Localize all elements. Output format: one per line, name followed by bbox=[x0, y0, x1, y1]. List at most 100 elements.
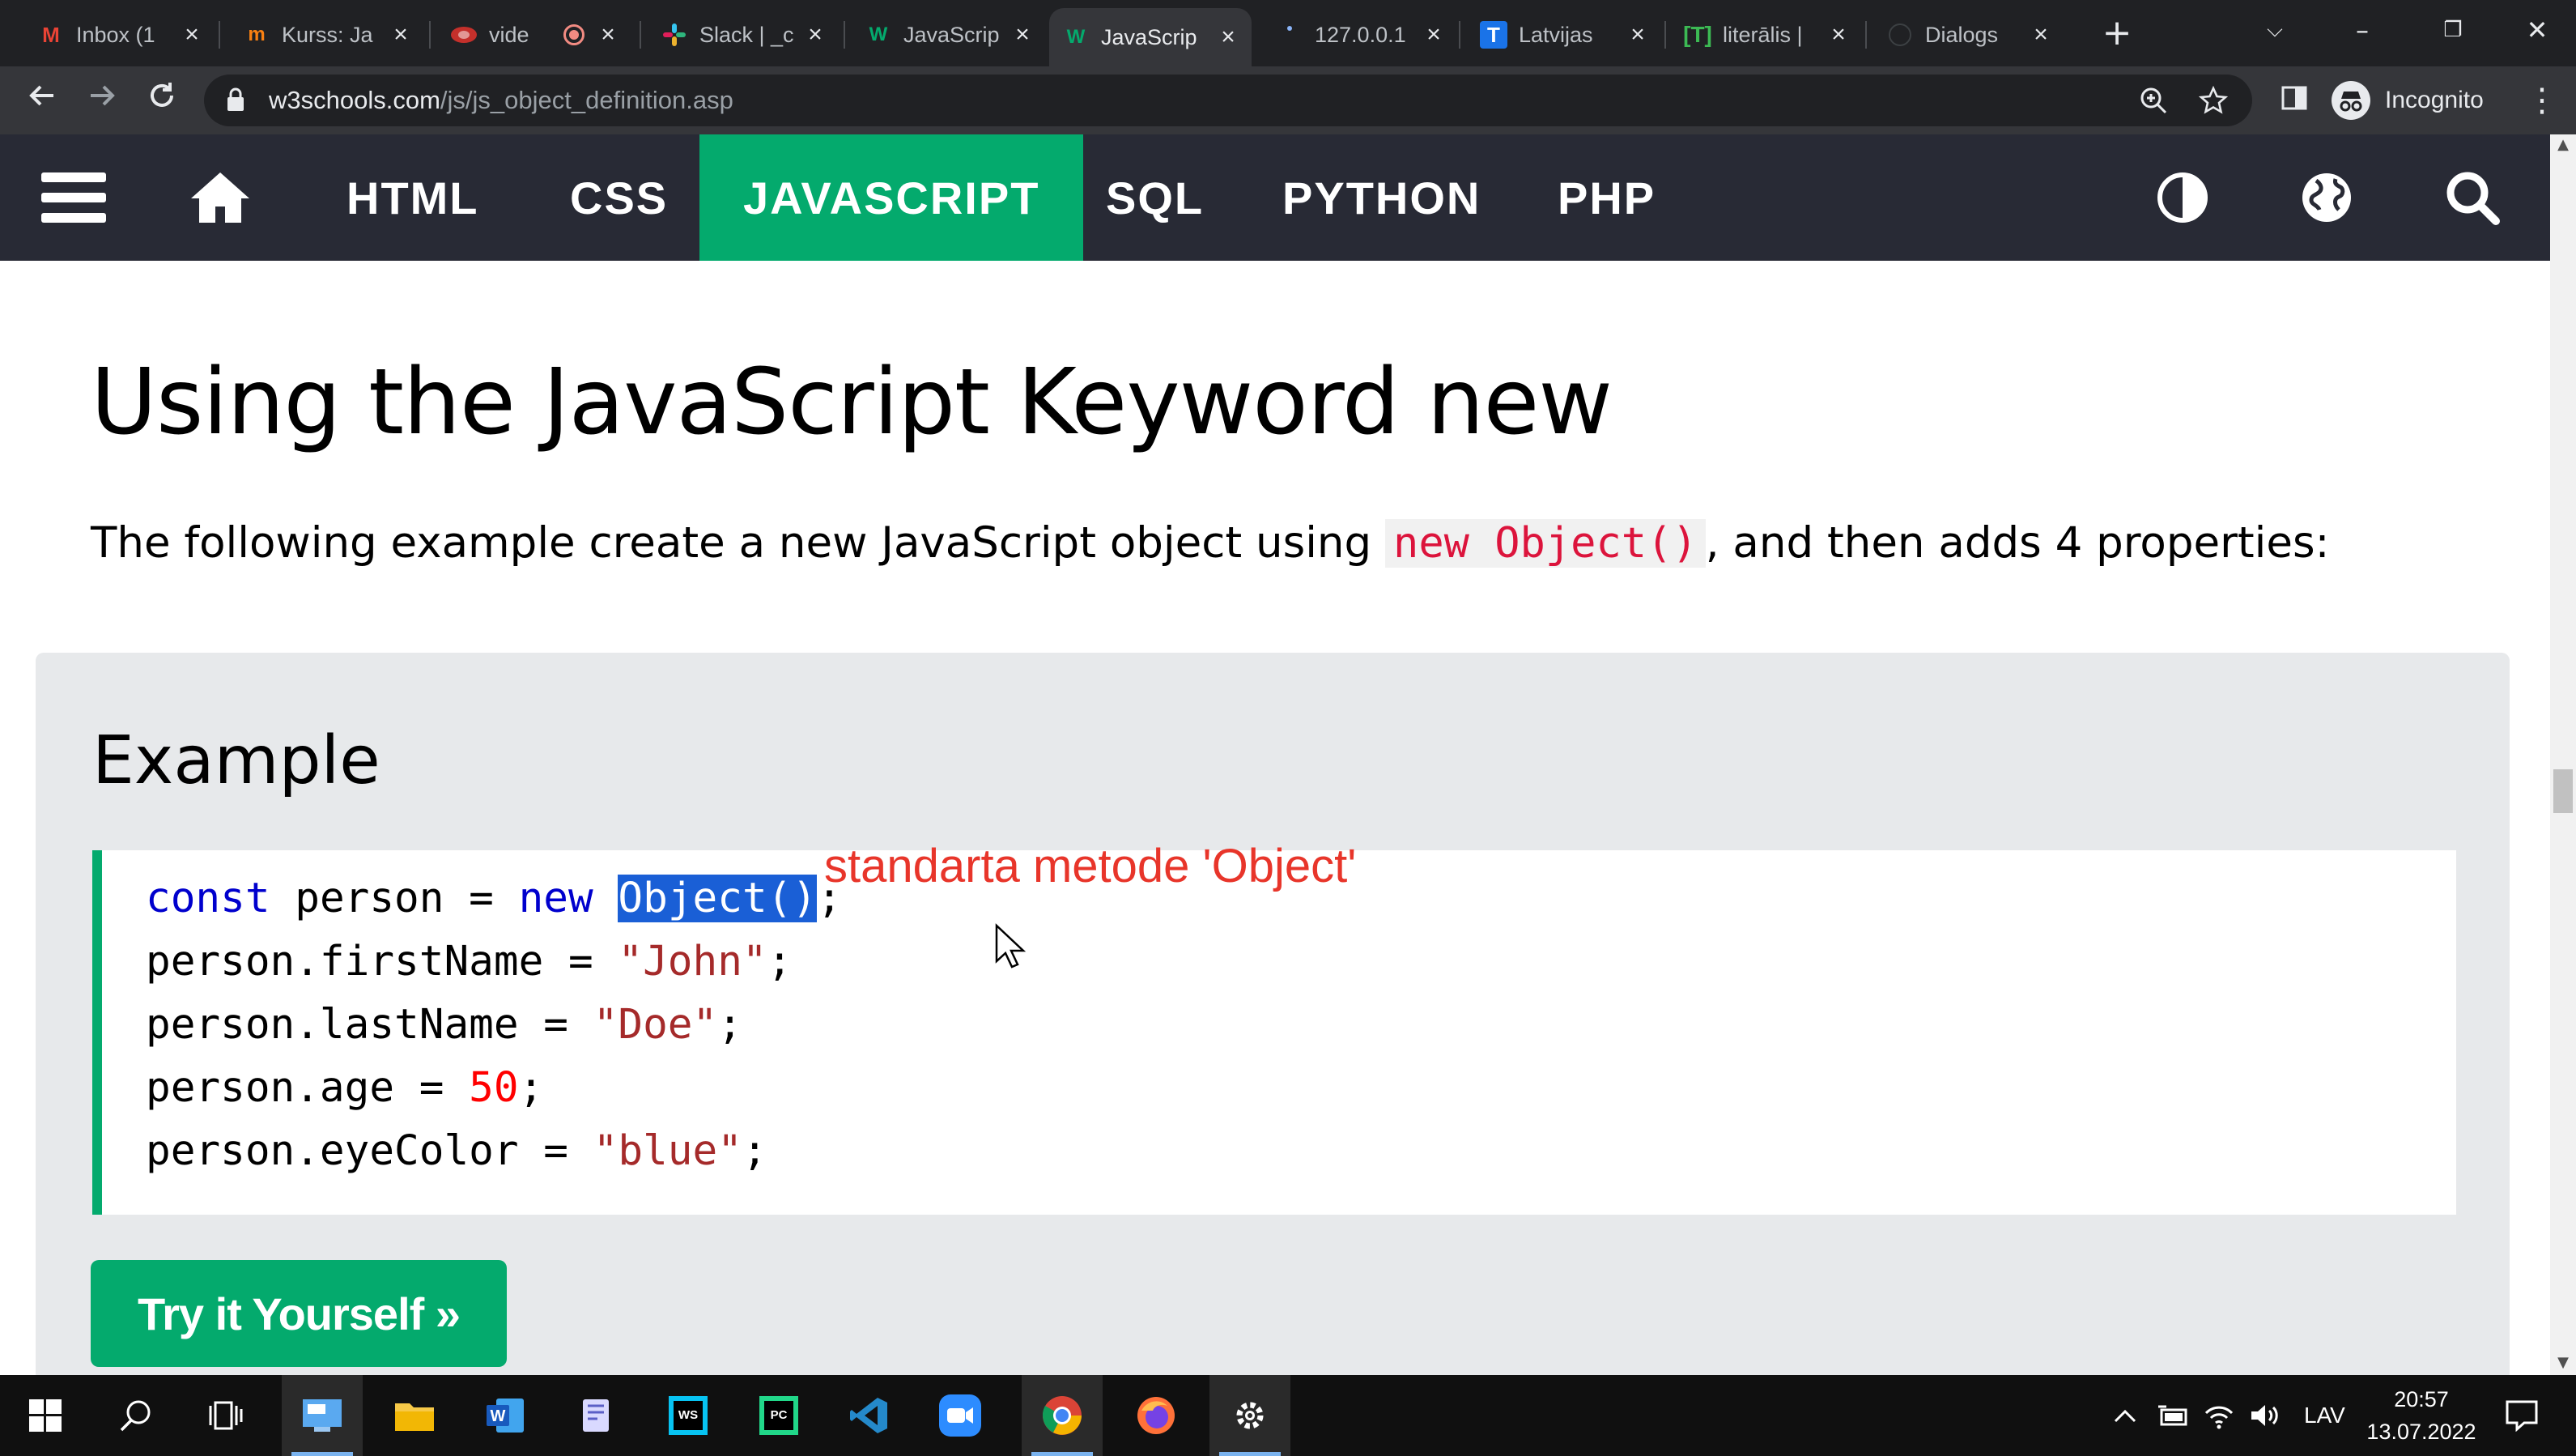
annotation-text: standarta metode 'Object' bbox=[824, 840, 1357, 892]
close-icon[interactable]: × bbox=[803, 21, 827, 49]
tab-separator bbox=[219, 21, 220, 49]
incognito-profile[interactable]: Incognito bbox=[2332, 76, 2484, 125]
tab-label: Inbox (1 bbox=[76, 22, 155, 47]
address-bar[interactable]: w3schools.com/js/js_object_definition.as… bbox=[204, 75, 2252, 126]
close-icon[interactable]: × bbox=[596, 21, 620, 49]
nav-css[interactable]: CSS bbox=[570, 134, 668, 261]
side-panel-button[interactable] bbox=[2272, 78, 2317, 123]
window-close-button[interactable]: ✕ bbox=[2513, 10, 2561, 50]
search-icon[interactable] bbox=[2443, 134, 2502, 261]
contrast-toggle-icon[interactable] bbox=[2153, 134, 2212, 261]
taskbar-app-desktop[interactable] bbox=[282, 1375, 363, 1456]
svg-text:W: W bbox=[491, 1407, 506, 1425]
close-icon[interactable]: × bbox=[1422, 21, 1446, 49]
webstorm-icon[interactable]: WS bbox=[648, 1375, 729, 1456]
new-tab-button[interactable]: + bbox=[2097, 13, 2137, 53]
clock-date: 13.07.2022 bbox=[2366, 1420, 2476, 1444]
file-explorer-icon[interactable] bbox=[374, 1375, 455, 1456]
back-button[interactable] bbox=[19, 78, 65, 123]
try-it-yourself-button[interactable]: Try it Yourself » bbox=[91, 1260, 507, 1367]
page-title: Using the JavaScript Keyword new bbox=[91, 350, 1613, 455]
hamburger-menu-icon[interactable] bbox=[39, 134, 108, 261]
code-line-2: person.firstName = "John"; bbox=[146, 938, 793, 986]
restore-button[interactable]: ❐ bbox=[2429, 10, 2477, 50]
browser-toolbar: w3schools.com/js/js_object_definition.as… bbox=[0, 66, 2576, 134]
zoom-meetings-icon[interactable] bbox=[920, 1375, 1001, 1456]
globe-icon bbox=[1886, 21, 1914, 49]
tab-dialogs[interactable]: Dialogs × bbox=[1873, 11, 2064, 58]
code-line-3: person.lastName = "Doe"; bbox=[146, 1001, 742, 1049]
zoom-icon[interactable] bbox=[2139, 86, 2168, 115]
svg-text:WS: WS bbox=[678, 1408, 698, 1422]
moodle-icon: m bbox=[248, 23, 266, 45]
close-icon[interactable]: × bbox=[1826, 21, 1851, 49]
close-icon[interactable]: × bbox=[180, 21, 204, 49]
tab-video[interactable]: vide × bbox=[437, 11, 631, 58]
wifi-icon[interactable] bbox=[2204, 1375, 2234, 1456]
slack-icon bbox=[661, 21, 688, 49]
url-text: w3schools.com/js/js_object_definition.as… bbox=[269, 86, 733, 114]
tab-latvijas[interactable]: T Latvijas × bbox=[1467, 11, 1661, 58]
tezaurs-icon: T bbox=[1480, 21, 1507, 49]
tab-label: Latvijas bbox=[1519, 22, 1593, 47]
nav-html[interactable]: HTML bbox=[346, 134, 479, 261]
menu-kebab-icon[interactable]: ⋮ bbox=[2519, 78, 2565, 123]
tab-label: Dialogs bbox=[1925, 22, 1999, 47]
side-panel-icon bbox=[2281, 86, 2307, 110]
chrome-icon[interactable] bbox=[1022, 1375, 1103, 1456]
nav-sql[interactable]: SQL bbox=[1106, 134, 1204, 261]
close-icon[interactable]: × bbox=[2029, 21, 2053, 49]
nav-python[interactable]: PYTHON bbox=[1282, 134, 1481, 261]
bookmark-star-icon[interactable] bbox=[2199, 86, 2228, 115]
selected-text: Object() bbox=[618, 875, 818, 922]
forward-button[interactable] bbox=[79, 78, 125, 123]
tab-separator bbox=[1459, 21, 1460, 49]
nav-php[interactable]: PHP bbox=[1558, 134, 1656, 261]
close-icon[interactable]: × bbox=[1626, 21, 1650, 49]
minimize-button[interactable]: – bbox=[2338, 10, 2387, 50]
settings-gear-icon[interactable] bbox=[1209, 1375, 1290, 1456]
search-icon[interactable] bbox=[96, 1375, 176, 1456]
tab-separator bbox=[1865, 21, 1867, 49]
firefox-icon[interactable] bbox=[1116, 1375, 1197, 1456]
home-icon[interactable] bbox=[186, 134, 254, 261]
notification-center-icon[interactable] bbox=[2505, 1375, 2539, 1456]
task-view-icon[interactable] bbox=[186, 1375, 267, 1456]
arrow-right-icon bbox=[91, 85, 115, 106]
tab-separator bbox=[429, 21, 431, 49]
video-icon bbox=[450, 21, 478, 49]
page-scrollbar[interactable]: ▲ ▼ bbox=[2550, 134, 2576, 1375]
nav-javascript[interactable]: JAVASCRIPT bbox=[699, 134, 1084, 261]
intro-text-end: , and then adds 4 properties: bbox=[1705, 518, 2330, 568]
globe-icon[interactable] bbox=[2298, 134, 2356, 261]
tray-chevron-up-icon[interactable] bbox=[2113, 1375, 2137, 1456]
input-language[interactable]: LAV bbox=[2304, 1375, 2345, 1456]
tab-label: literālis | bbox=[1723, 22, 1803, 47]
mouse-cursor-icon bbox=[995, 923, 1027, 969]
scroll-down-arrow-icon[interactable]: ▼ bbox=[2553, 1354, 2573, 1371]
code-block[interactable]: const person = new Object(); person.firs… bbox=[92, 850, 2456, 1215]
tab-localhost[interactable]: 127.0.0.1 × bbox=[1263, 11, 1457, 58]
tab-javascript-active[interactable]: W JavaScrip × bbox=[1049, 8, 1252, 66]
tab-kurss[interactable]: m Kurss: Ja × bbox=[230, 11, 424, 58]
scrollbar-thumb[interactable] bbox=[2553, 769, 2573, 813]
tab-literalis[interactable]: [T] literālis | × bbox=[1671, 11, 1862, 58]
clock-time: 20:57 bbox=[2394, 1387, 2449, 1411]
tab-inbox[interactable]: M Inbox (1 × bbox=[24, 11, 215, 58]
battery-icon[interactable] bbox=[2157, 1375, 2189, 1456]
tab-javascript-1[interactable]: W JavaScrip × bbox=[852, 11, 1046, 58]
app-installer-icon[interactable] bbox=[555, 1375, 636, 1456]
windows-start-icon[interactable] bbox=[5, 1375, 86, 1456]
tab-slack[interactable]: Slack | _c × bbox=[648, 11, 839, 58]
word-icon[interactable]: W bbox=[465, 1375, 546, 1456]
close-icon[interactable]: × bbox=[389, 21, 413, 49]
vscode-icon[interactable] bbox=[829, 1375, 910, 1456]
pycharm-icon[interactable]: PC bbox=[738, 1375, 819, 1456]
volume-icon[interactable] bbox=[2249, 1375, 2280, 1456]
tab-search-chevron-icon[interactable]: ⌵ bbox=[2251, 10, 2299, 50]
system-clock[interactable]: 20:57 13.07.2022 bbox=[2353, 1383, 2490, 1448]
close-icon[interactable]: × bbox=[1010, 21, 1035, 49]
close-icon[interactable]: × bbox=[1216, 23, 1240, 51]
reload-button[interactable] bbox=[139, 78, 185, 123]
scroll-up-arrow-icon[interactable]: ▲ bbox=[2553, 136, 2573, 153]
